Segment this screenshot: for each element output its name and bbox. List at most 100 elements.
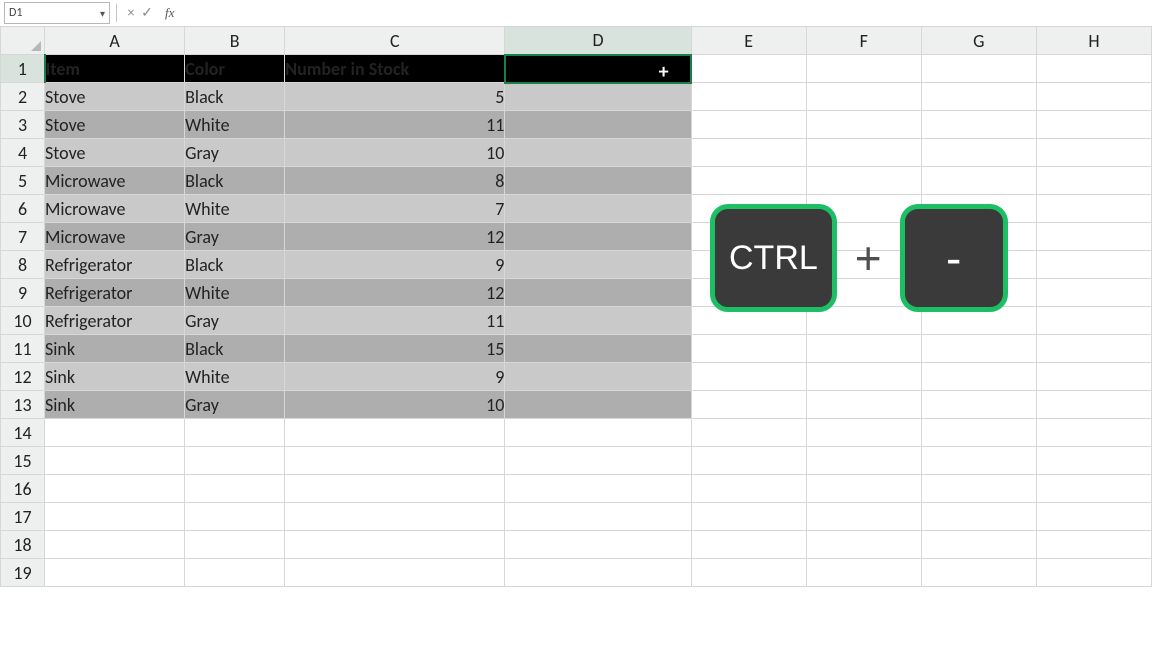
- cell-A15[interactable]: [45, 447, 185, 475]
- row-header-18[interactable]: 18: [1, 531, 45, 559]
- cell-H2[interactable]: [1036, 83, 1151, 111]
- row-header-3[interactable]: 3: [1, 111, 45, 139]
- column-header-H[interactable]: H: [1036, 27, 1151, 55]
- cell-E16[interactable]: [691, 475, 806, 503]
- cell-B14[interactable]: [185, 419, 285, 447]
- cell-D10[interactable]: [505, 307, 691, 335]
- cell-G16[interactable]: [921, 475, 1036, 503]
- row-header-2[interactable]: 2: [1, 83, 45, 111]
- cell-F5[interactable]: [806, 167, 921, 195]
- cell-H9[interactable]: [1036, 279, 1151, 307]
- cell-G18[interactable]: [921, 531, 1036, 559]
- cell-B13[interactable]: Gray: [185, 391, 285, 419]
- cell-A14[interactable]: [45, 419, 185, 447]
- cell-C18[interactable]: [285, 531, 505, 559]
- cell-B18[interactable]: [185, 531, 285, 559]
- cell-A3[interactable]: Stove: [45, 111, 185, 139]
- cell-D2[interactable]: [505, 83, 691, 111]
- cell-F15[interactable]: [806, 447, 921, 475]
- cell-D14[interactable]: [505, 419, 691, 447]
- name-box[interactable]: D1 ▾: [4, 2, 110, 24]
- cell-C19[interactable]: [285, 559, 505, 587]
- cell-A2[interactable]: Stove: [45, 83, 185, 111]
- cell-E18[interactable]: [691, 531, 806, 559]
- cell-F12[interactable]: [806, 363, 921, 391]
- cell-E15[interactable]: [691, 447, 806, 475]
- cancel-formula-button[interactable]: ×: [123, 6, 139, 20]
- cell-G19[interactable]: [921, 559, 1036, 587]
- cell-B9[interactable]: White: [185, 279, 285, 307]
- cell-D11[interactable]: [505, 335, 691, 363]
- formula-input[interactable]: [180, 0, 1152, 26]
- cell-E4[interactable]: [691, 139, 806, 167]
- cell-D5[interactable]: [505, 167, 691, 195]
- cell-D1[interactable]: +: [505, 55, 691, 83]
- cell-G15[interactable]: [921, 447, 1036, 475]
- cell-B1[interactable]: Color: [185, 55, 285, 83]
- cell-A4[interactable]: Stove: [45, 139, 185, 167]
- cell-F18[interactable]: [806, 531, 921, 559]
- cell-B8[interactable]: Black: [185, 251, 285, 279]
- cell-A1[interactable]: Item: [45, 55, 185, 83]
- cell-F17[interactable]: [806, 503, 921, 531]
- cell-C5[interactable]: 8: [285, 167, 505, 195]
- cell-C15[interactable]: [285, 447, 505, 475]
- cell-F4[interactable]: [806, 139, 921, 167]
- cell-G4[interactable]: [921, 139, 1036, 167]
- cell-G14[interactable]: [921, 419, 1036, 447]
- cell-A12[interactable]: Sink: [45, 363, 185, 391]
- cell-B16[interactable]: [185, 475, 285, 503]
- cell-B7[interactable]: Gray: [185, 223, 285, 251]
- cell-C12[interactable]: 9: [285, 363, 505, 391]
- cell-A5[interactable]: Microwave: [45, 167, 185, 195]
- row-header-1[interactable]: 1: [1, 55, 45, 83]
- cell-H13[interactable]: [1036, 391, 1151, 419]
- cell-D3[interactable]: [505, 111, 691, 139]
- cell-G12[interactable]: [921, 363, 1036, 391]
- cell-B10[interactable]: Gray: [185, 307, 285, 335]
- cell-F13[interactable]: [806, 391, 921, 419]
- cell-A18[interactable]: [45, 531, 185, 559]
- cell-D12[interactable]: [505, 363, 691, 391]
- cell-C6[interactable]: 7: [285, 195, 505, 223]
- cell-A10[interactable]: Refrigerator: [45, 307, 185, 335]
- cell-H14[interactable]: [1036, 419, 1151, 447]
- cell-E1[interactable]: [691, 55, 806, 83]
- cell-F2[interactable]: [806, 83, 921, 111]
- cell-E3[interactable]: [691, 111, 806, 139]
- cell-E5[interactable]: [691, 167, 806, 195]
- row-header-4[interactable]: 4: [1, 139, 45, 167]
- column-header-F[interactable]: F: [806, 27, 921, 55]
- cell-C17[interactable]: [285, 503, 505, 531]
- cell-C2[interactable]: 5: [285, 83, 505, 111]
- cell-D9[interactable]: [505, 279, 691, 307]
- cell-A9[interactable]: Refrigerator: [45, 279, 185, 307]
- cell-E19[interactable]: [691, 559, 806, 587]
- fx-icon[interactable]: fx: [165, 5, 174, 21]
- cell-C1[interactable]: Number in Stock: [285, 55, 505, 83]
- cell-C4[interactable]: 10: [285, 139, 505, 167]
- cell-H12[interactable]: [1036, 363, 1151, 391]
- cell-C10[interactable]: 11: [285, 307, 505, 335]
- cell-H6[interactable]: [1036, 195, 1151, 223]
- column-header-E[interactable]: E: [691, 27, 806, 55]
- cell-A6[interactable]: Microwave: [45, 195, 185, 223]
- cell-D7[interactable]: [505, 223, 691, 251]
- cell-F16[interactable]: [806, 475, 921, 503]
- cell-B11[interactable]: Black: [185, 335, 285, 363]
- cell-E14[interactable]: [691, 419, 806, 447]
- cell-D13[interactable]: [505, 391, 691, 419]
- cell-G3[interactable]: [921, 111, 1036, 139]
- cell-G5[interactable]: [921, 167, 1036, 195]
- column-header-D[interactable]: D: [505, 27, 691, 55]
- row-header-8[interactable]: 8: [1, 251, 45, 279]
- cell-B2[interactable]: Black: [185, 83, 285, 111]
- cell-G1[interactable]: [921, 55, 1036, 83]
- cell-A17[interactable]: [45, 503, 185, 531]
- cell-B17[interactable]: [185, 503, 285, 531]
- cell-H3[interactable]: [1036, 111, 1151, 139]
- cell-B3[interactable]: White: [185, 111, 285, 139]
- cell-E11[interactable]: [691, 335, 806, 363]
- row-header-5[interactable]: 5: [1, 167, 45, 195]
- cell-A11[interactable]: Sink: [45, 335, 185, 363]
